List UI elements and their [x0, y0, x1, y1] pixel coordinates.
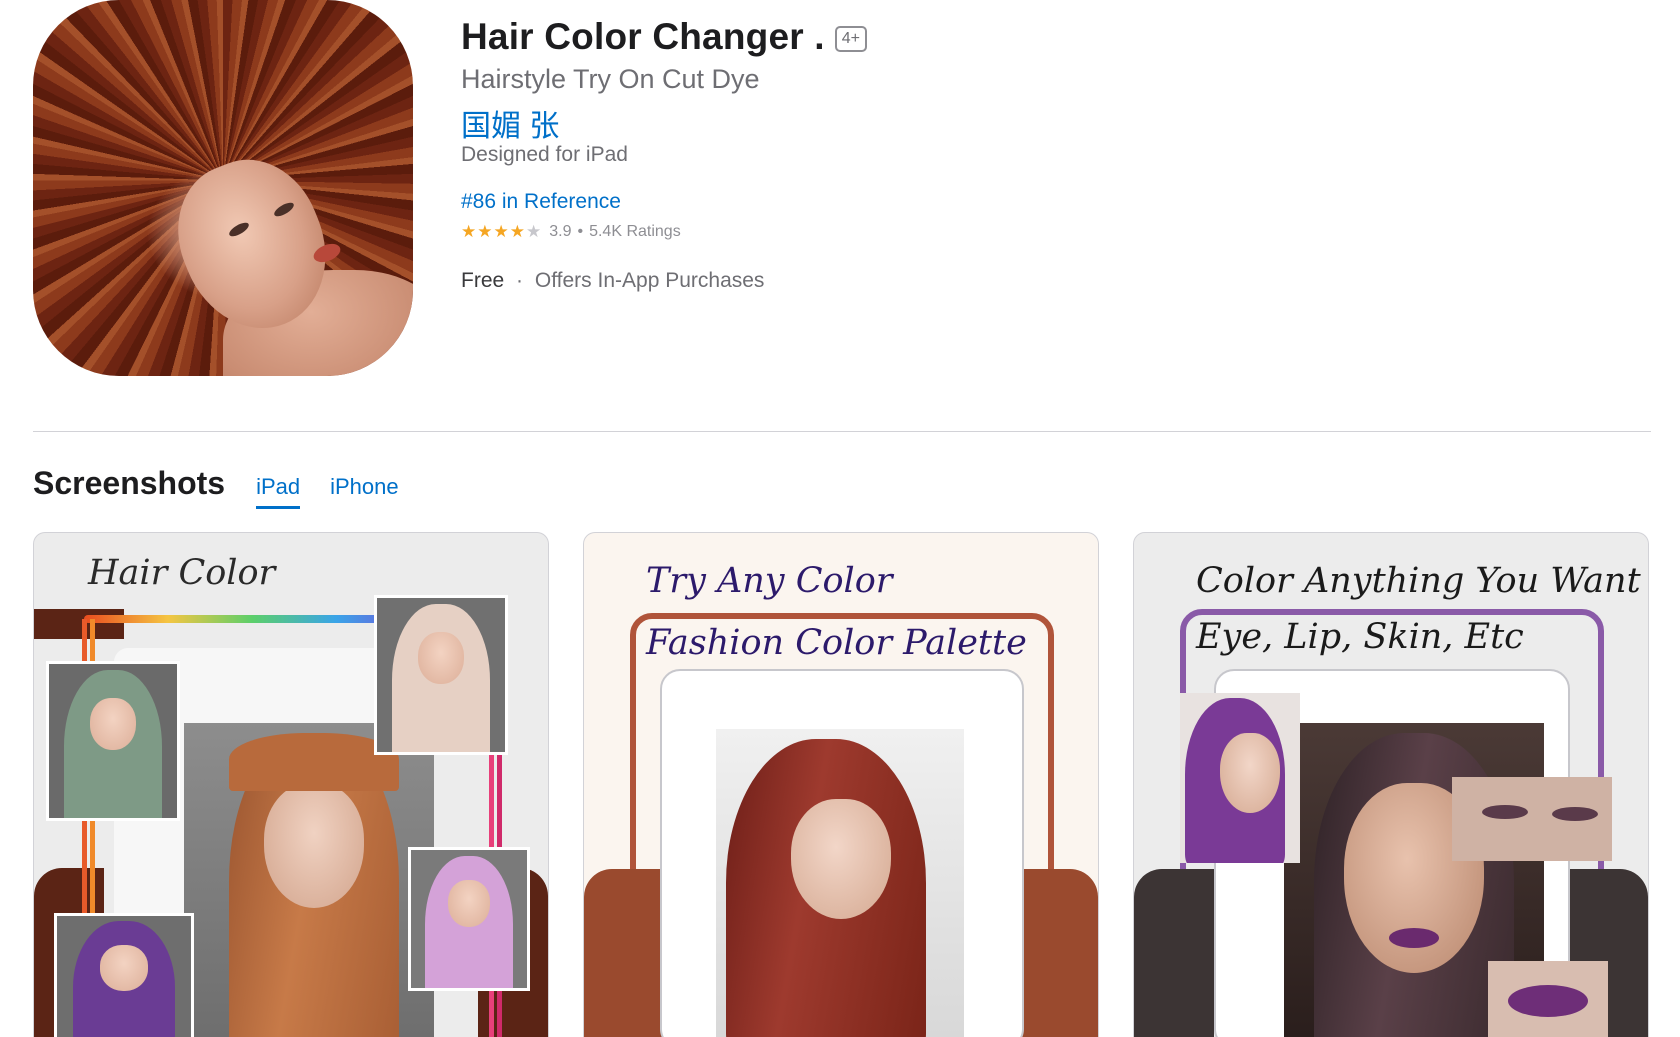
- screenshot-1[interactable]: Hair Color: [33, 532, 549, 1037]
- rating-row: ★★★★★ 3.9 • 5.4K Ratings: [461, 222, 681, 242]
- star-filled-icons: ★★★★: [461, 222, 526, 241]
- thumb-platinum-hair: [374, 595, 508, 755]
- rating-value: 3.9: [549, 223, 572, 240]
- portrait-face: [264, 783, 364, 908]
- thumb-face: [89, 697, 137, 751]
- app-icon: [33, 0, 413, 376]
- screenshot-caption: Eye, Lip, Skin, Etc: [1196, 617, 1524, 657]
- rating-separator: •: [577, 223, 584, 240]
- category-rank-link[interactable]: #86 in Reference: [461, 190, 621, 214]
- price-row: Free · Offers In-App Purchases: [461, 269, 764, 293]
- thumb-lips-closeup: [1488, 961, 1608, 1037]
- section-divider: [33, 431, 1651, 432]
- thumb-purple-hair: [54, 913, 194, 1037]
- thumb-face: [99, 945, 149, 992]
- main-portrait: [716, 729, 964, 1037]
- star-rating-icon: ★★★★★: [461, 222, 542, 242]
- thumb-eye: [1552, 807, 1598, 821]
- thumb-face: [448, 880, 490, 928]
- star-empty-icon: ★: [525, 222, 543, 241]
- thumb-eye: [1482, 805, 1528, 819]
- age-rating-badge: 4+: [834, 26, 868, 52]
- thumb-green-hair: [46, 661, 180, 821]
- main-portrait: [184, 723, 434, 1037]
- decor-panel-left: [1134, 869, 1214, 1037]
- decor-panel-right: [1018, 869, 1098, 1037]
- screenshot-3[interactable]: Color Anything You Want Eye, Lip, Skin, …: [1133, 532, 1649, 1037]
- tab-ipad[interactable]: iPad: [256, 474, 301, 509]
- screenshot-caption: Hair Color: [88, 553, 276, 593]
- thumb-pink-hair: [408, 847, 530, 991]
- thumb-purple-hair: [1180, 693, 1300, 863]
- screenshot-caption: Try Any Color: [646, 561, 893, 601]
- price-separator: ·: [516, 269, 524, 292]
- thumb-face: [417, 631, 465, 685]
- screenshots-title: Screenshots: [33, 465, 226, 501]
- screenshot-2[interactable]: Try Any Color Fashion Color Palette: [583, 532, 1099, 1037]
- rating-count: 5.4K Ratings: [589, 223, 681, 240]
- app-title-row: Hair Color Changer . 4+: [461, 16, 868, 58]
- designed-for: Designed for iPad: [461, 143, 628, 166]
- app-subtitle: Hairstyle Try On Cut Dye: [461, 64, 760, 94]
- developer-link[interactable]: 国媚 张: [461, 101, 559, 145]
- thumb-eye-closeup: [1452, 777, 1612, 861]
- in-app-purchases: Offers In-App Purchases: [534, 269, 765, 292]
- tab-iphone[interactable]: iPhone: [330, 474, 399, 506]
- portrait-lips: [1389, 928, 1439, 948]
- thumb-lips: [1508, 985, 1588, 1017]
- decor-bar: [34, 609, 124, 639]
- portrait-face: [791, 799, 891, 919]
- screenshot-caption: Color Anything You Want: [1196, 561, 1641, 601]
- decor-panel-left: [584, 869, 664, 1037]
- thumb-face: [1220, 733, 1280, 813]
- screenshots-header: Screenshots iPad iPhone: [33, 465, 399, 509]
- app-title: Hair Color Changer .: [461, 16, 825, 57]
- screenshot-caption: Fashion Color Palette: [646, 623, 1027, 663]
- price-free: Free: [461, 269, 505, 292]
